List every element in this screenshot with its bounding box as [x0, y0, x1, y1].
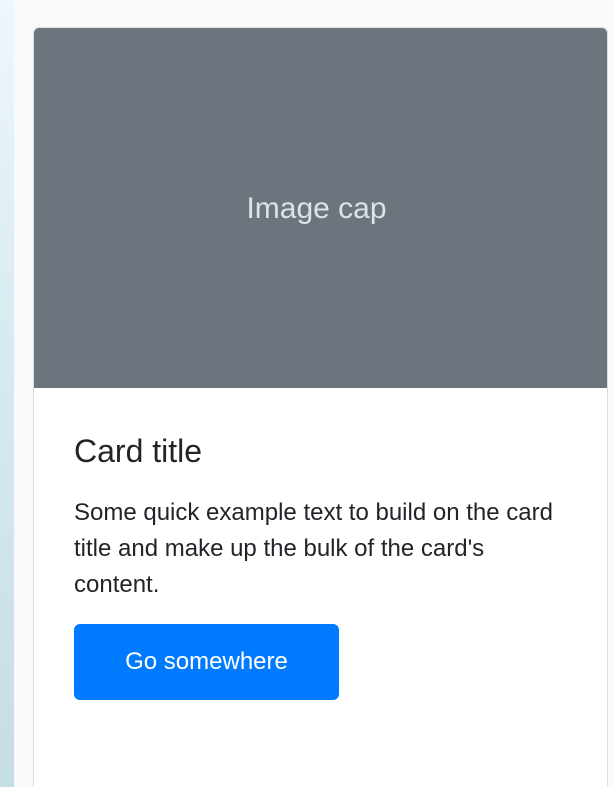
go-somewhere-button[interactable]: Go somewhere [74, 624, 339, 701]
card: Image cap Card title Some quick example … [33, 27, 608, 787]
card-text: Some quick example text to build on the … [74, 499, 553, 599]
card-image: Image cap [34, 28, 607, 388]
card-title: Card title [74, 433, 203, 469]
card-body: Card title Some quick example text to bu… [74, 432, 574, 701]
card-image-caption: Image cap [246, 191, 387, 225]
left-background-strip [0, 0, 14, 787]
